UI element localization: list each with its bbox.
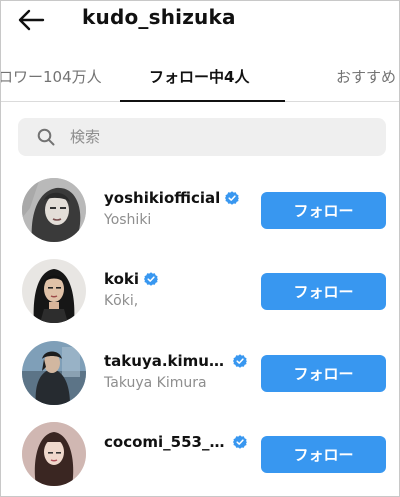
- follow-button[interactable]: フォロー: [261, 192, 386, 229]
- username[interactable]: cocomi_553_o...: [104, 433, 228, 451]
- full-name: Takuya Kimura: [104, 375, 207, 391]
- verified-badge-icon: [144, 272, 158, 286]
- verified-badge-icon: [233, 354, 247, 368]
- follow-button[interactable]: フォロー: [261, 273, 386, 310]
- back-button[interactable]: [14, 5, 48, 35]
- follow-button[interactable]: フォロー: [261, 436, 386, 473]
- search-input[interactable]: [70, 128, 350, 146]
- arrow-left-icon: [18, 9, 45, 31]
- avatar[interactable]: [22, 178, 86, 242]
- full-name: Yoshiki: [104, 212, 152, 228]
- user-info: yoshikiofficial Yoshiki: [104, 187, 254, 228]
- follow-button[interactable]: フォロー: [261, 355, 386, 392]
- verified-badge-icon: [225, 191, 240, 205]
- tab-bar: ロワー104万人 フォロー中4人 おすすめ: [0, 52, 400, 102]
- full-name: Kōki,: [104, 293, 139, 309]
- active-tab-indicator: [120, 100, 285, 102]
- verified-badge-icon: [233, 435, 247, 449]
- user-row[interactable]: takuya.kimura_t... Takuya Kimura フォロー: [0, 333, 400, 413]
- user-info: cocomi_553_o...: [104, 431, 254, 456]
- user-info: takuya.kimura_t... Takuya Kimura: [104, 350, 254, 391]
- user-row[interactable]: koki Kōki, フォロー: [0, 251, 400, 331]
- top-bar: kudo_shizuka: [0, 0, 400, 40]
- page-title: kudo_shizuka: [82, 5, 236, 29]
- user-row[interactable]: cocomi_553_o... フォロー: [0, 414, 400, 494]
- user-info: koki Kōki,: [104, 268, 254, 309]
- avatar[interactable]: [22, 259, 86, 323]
- tab-following[interactable]: フォロー中4人: [149, 66, 249, 87]
- search-bar[interactable]: [18, 118, 386, 156]
- search-icon: [36, 127, 56, 147]
- username[interactable]: yoshikiofficial: [104, 189, 220, 207]
- username[interactable]: koki: [104, 270, 139, 288]
- avatar[interactable]: [22, 422, 86, 486]
- tab-suggestions[interactable]: おすすめ: [336, 66, 396, 87]
- avatar[interactable]: [22, 341, 86, 405]
- user-row[interactable]: yoshikiofficial Yoshiki フォロー: [0, 170, 400, 250]
- username[interactable]: takuya.kimura_t...: [104, 352, 228, 370]
- tab-followers[interactable]: ロワー104万人: [0, 66, 102, 87]
